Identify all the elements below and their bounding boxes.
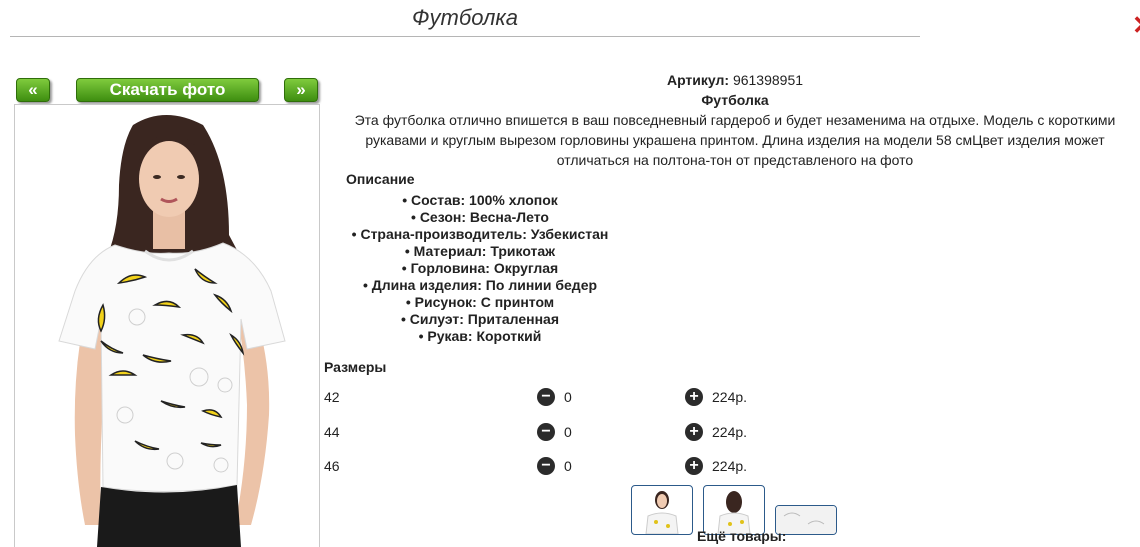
spec-item: • Силуэт: Приталенная xyxy=(401,311,559,327)
size-price: 224р. xyxy=(712,389,748,405)
more-products-label: Ещё товары: xyxy=(697,528,787,544)
spec-item: • Длина изделия: По линии бедер xyxy=(362,277,598,293)
plus-circle-icon[interactable]: + xyxy=(685,423,703,441)
sizes-title: Размеры xyxy=(324,359,387,375)
size-price: 224р. xyxy=(712,424,748,440)
plus-circle-icon[interactable]: + xyxy=(685,457,703,475)
spec-item: • Материал: Трикотаж xyxy=(404,243,556,259)
spec-item: • Сезон: Весна-Лето xyxy=(411,209,549,225)
product-photo[interactable] xyxy=(14,104,320,547)
size-row: 46 − 0 + 224р. xyxy=(324,456,784,476)
product-lead-line: Эта футболка отлично впишется в ваш повс… xyxy=(354,112,1116,128)
article-label: Артикул: xyxy=(666,72,730,88)
prev-photo-button[interactable]: « xyxy=(16,78,50,102)
plus-circle-icon[interactable]: + xyxy=(685,388,703,406)
next-photo-button[interactable]: » xyxy=(284,78,318,102)
spec-list: • Состав: 100% хлопок • Сезон: Весна-Лет… xyxy=(330,192,630,345)
minus-circle-icon[interactable]: − xyxy=(537,457,555,475)
size-label: 44 xyxy=(324,424,340,440)
size-label: 46 xyxy=(324,458,340,474)
spec-item: • Горловина: Округлая xyxy=(401,260,559,276)
minus-circle-icon[interactable]: − xyxy=(537,388,555,406)
quantity-value: 0 xyxy=(564,424,572,440)
spec-item: • Рукав: Короткий xyxy=(418,328,542,344)
spec-item: • Рисунок: С принтом xyxy=(405,294,555,310)
spec-item: • Состав: 100% хлопок xyxy=(402,192,558,208)
page-title: Футболка xyxy=(10,5,920,37)
product-lead-line: отличаться на полтона-тон от представлен… xyxy=(556,152,914,168)
quantity-value: 0 xyxy=(564,389,572,405)
size-row: 42 − 0 + 224р. xyxy=(324,387,784,407)
product-info: Артикул: 961398951 Футболка Эта футболка… xyxy=(340,70,1130,170)
article-line: Артикул: 961398951 xyxy=(340,70,1130,90)
description-title: Описание xyxy=(346,171,415,187)
product-name: Футболка xyxy=(701,92,769,108)
close-icon[interactable]: ✕ xyxy=(1132,10,1140,40)
thumbnail-front[interactable] xyxy=(631,485,693,535)
size-label: 42 xyxy=(324,389,340,405)
minus-circle-icon[interactable]: − xyxy=(537,423,555,441)
size-row: 44 − 0 + 224р. xyxy=(324,422,784,442)
download-photo-button[interactable]: Скачать фото xyxy=(76,78,259,102)
size-price: 224р. xyxy=(712,458,748,474)
article-value: 961398951 xyxy=(732,72,804,88)
product-lead-line: рукавами и круглым вырезом горловины укр… xyxy=(365,132,1105,148)
quantity-value: 0 xyxy=(564,458,572,474)
spec-item: • Страна-производитель: Узбекистан xyxy=(351,226,609,242)
